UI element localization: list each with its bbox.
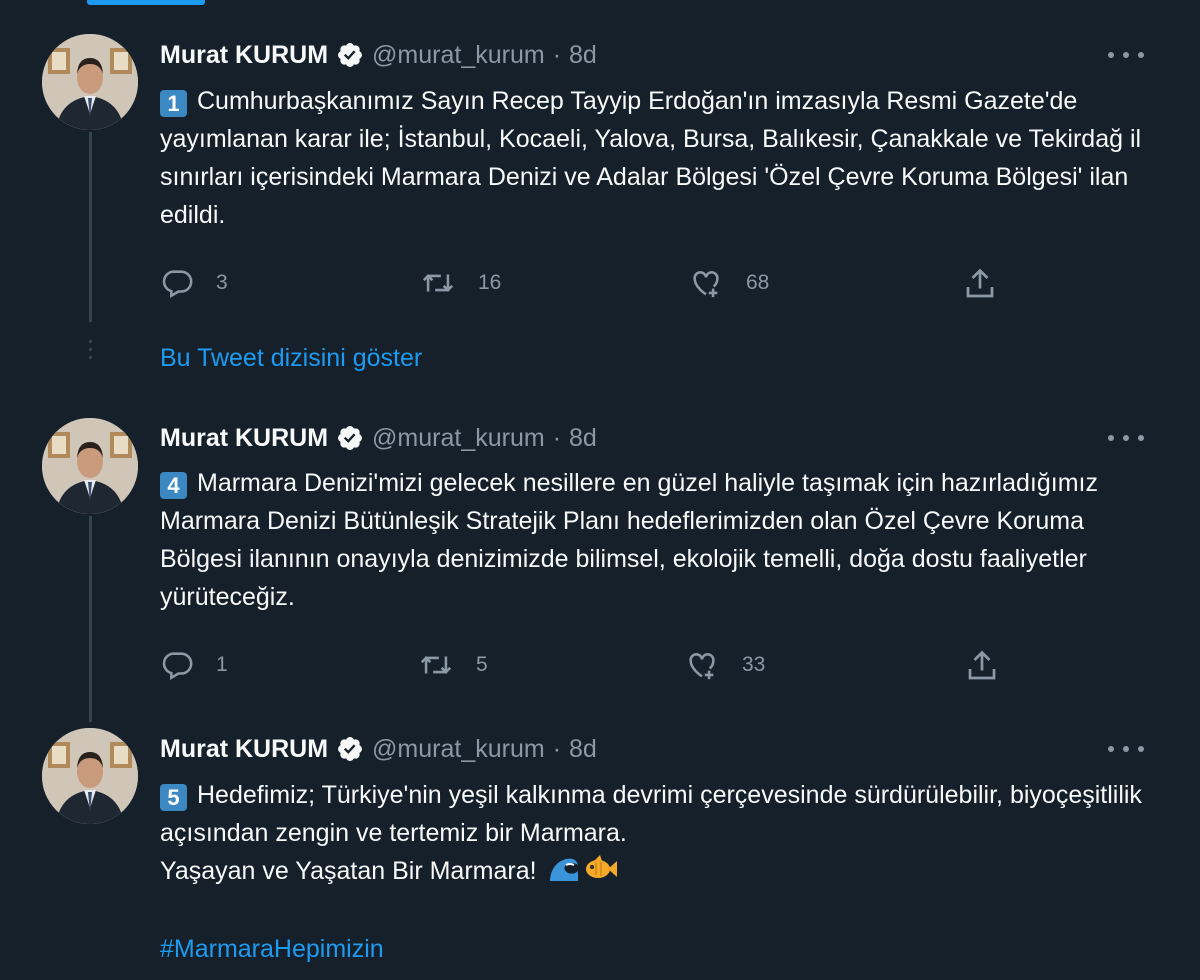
separator: · <box>552 41 562 69</box>
reply-icon <box>162 652 193 681</box>
more-options-icon[interactable] <box>1108 40 1144 70</box>
like-count: 68 <box>746 271 770 294</box>
tweet-text-content: Cumhurbaşkanımız Sayın Recep Tayyip Erdo… <box>160 87 1142 229</box>
like-button[interactable]: 68 <box>688 266 769 300</box>
thread-line <box>89 516 92 722</box>
tweet-header: Murat KURUM @murat_kurum · 8d <box>160 734 597 764</box>
reply-button[interactable]: 3 <box>160 266 228 300</box>
author-name[interactable]: Murat KURUM <box>160 734 328 764</box>
tweet-text: 4 Marmara Denizi'mizi gelecek nesillere e… <box>160 464 1150 616</box>
share-icon <box>968 650 996 680</box>
timestamp[interactable]: 8d <box>569 423 597 453</box>
verified-badge-icon <box>336 735 364 763</box>
tweet-text-content: Hedefimiz; Türkiye'nin yeşil kalkınma de… <box>160 781 1142 847</box>
tweet-header: Murat KURUM @murat_kurum · 8d <box>160 40 597 70</box>
reply-count: 3 <box>216 271 228 294</box>
retweet-count: 16 <box>478 271 502 294</box>
share-icon <box>966 268 994 298</box>
share-button[interactable] <box>964 648 1000 684</box>
tweet-text: 5 Hedefimiz; Türkiye'nin yeşil kalkınma d… <box>160 776 1150 890</box>
verified-badge-icon <box>336 41 364 69</box>
avatar[interactable] <box>42 34 138 130</box>
active-tab-indicator <box>87 0 205 5</box>
tweet-text-slogan: Yaşayan ve Yaşatan Bir Marmara! <box>160 857 537 885</box>
separator: · <box>552 424 562 452</box>
timestamp[interactable]: 8d <box>569 40 597 70</box>
timestamp[interactable]: 8d <box>569 734 597 764</box>
author-handle[interactable]: @murat_kurum <box>372 423 545 453</box>
separator: · <box>552 735 562 763</box>
show-thread-link[interactable]: Bu Tweet dizisini göster <box>160 344 422 373</box>
wave-emoji-icon <box>548 853 580 885</box>
author-name[interactable]: Murat KURUM <box>160 40 328 70</box>
keycap-number-icon: 1 <box>160 90 187 117</box>
like-button[interactable]: 33 <box>684 648 765 682</box>
retweet-count: 5 <box>476 653 488 676</box>
author-name[interactable]: Murat KURUM <box>160 423 328 453</box>
thread-line <box>89 132 92 322</box>
hashtag-link[interactable]: #MarmaraHepimizin <box>160 935 384 964</box>
tweet-actions: 1 5 33 <box>160 648 1010 684</box>
keycap-number-icon: 5 <box>160 784 187 811</box>
reply-button[interactable]: 1 <box>160 648 228 682</box>
retweet-button[interactable]: 5 <box>418 648 488 682</box>
thread-dots <box>89 340 92 364</box>
more-options-icon[interactable] <box>1108 423 1144 453</box>
tweet-actions: 3 16 68 <box>160 266 1010 302</box>
share-button[interactable] <box>962 266 998 302</box>
tweet-header: Murat KURUM @murat_kurum · 8d <box>160 423 597 453</box>
timeline: Murat KURUM @murat_kurum · 8d 1 Cumhurbaş… <box>0 0 1200 980</box>
verified-badge-icon <box>336 424 364 452</box>
author-handle[interactable]: @murat_kurum <box>372 40 545 70</box>
avatar[interactable] <box>42 418 138 514</box>
author-handle[interactable]: @murat_kurum <box>372 734 545 764</box>
more-options-icon[interactable] <box>1108 734 1144 764</box>
tweet-text-content: Marmara Denizi'mizi gelecek nesillere en… <box>160 469 1098 611</box>
heart-icon <box>689 653 715 680</box>
like-count: 33 <box>742 653 766 676</box>
fish-emoji-icon <box>584 853 617 885</box>
tweet-text: 1 Cumhurbaşkanımız Sayın Recep Tayyip Erd… <box>160 82 1150 234</box>
heart-icon <box>693 271 719 298</box>
retweet-button[interactable]: 16 <box>420 266 501 300</box>
avatar[interactable] <box>42 728 138 824</box>
reply-icon <box>162 270 193 299</box>
retweet-icon <box>420 656 452 674</box>
reply-count: 1 <box>216 653 228 676</box>
retweet-icon <box>422 274 454 292</box>
keycap-number-icon: 4 <box>160 472 187 499</box>
